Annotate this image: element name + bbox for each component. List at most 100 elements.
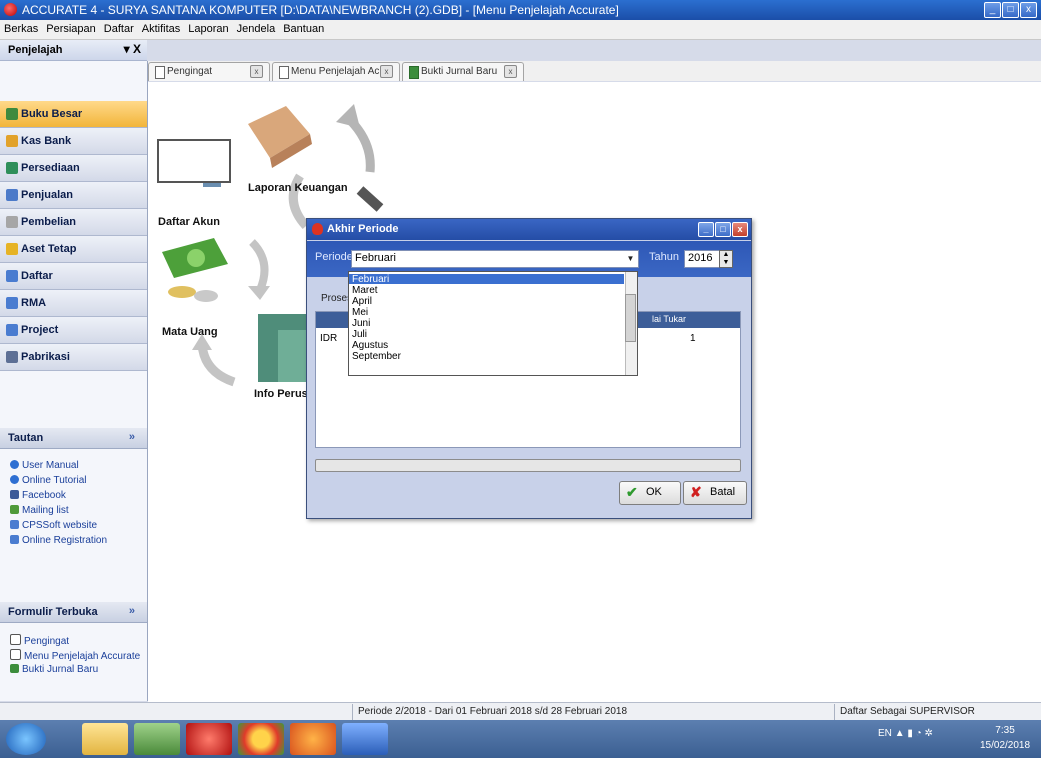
grid-cell-currency[interactable]: IDR [320, 333, 337, 344]
web-icon [10, 520, 19, 529]
nav-rma[interactable]: RMA [0, 290, 147, 317]
option-april[interactable]: April [352, 296, 372, 307]
menu-persiapan[interactable]: Persiapan [42, 20, 100, 35]
form-menu-penjelajah[interactable]: Menu Penjelajah Accurate [10, 649, 140, 662]
close-button[interactable]: x [1020, 2, 1037, 18]
menu-daftar[interactable]: Daftar [100, 20, 138, 35]
check-icon: ✔ [626, 484, 638, 500]
tab-bukti-jurnal[interactable]: Bukti Jurnal Baru x [402, 62, 524, 81]
system-tray[interactable]: EN ▲ ▮ ◔ ✲ [878, 728, 933, 739]
label-laporan-keuangan[interactable]: Laporan Keuangan [248, 182, 348, 194]
menu-jendela[interactable]: Jendela [233, 20, 280, 35]
nav-aset-tetap[interactable]: Aset Tetap [0, 236, 147, 263]
money-icon[interactable] [162, 238, 228, 302]
option-maret[interactable]: Maret [352, 285, 378, 296]
form-pengingat[interactable]: Pengingat [10, 634, 69, 647]
explorer-controls[interactable]: ▾ X [124, 42, 141, 56]
nav-kas-bank[interactable]: Kas Bank [0, 128, 147, 155]
collapse-icon[interactable]: » [129, 605, 135, 617]
status-divider [352, 704, 353, 720]
report-book-icon[interactable] [248, 106, 312, 168]
minimize-button[interactable]: _ [984, 2, 1001, 18]
window-controls: _ □ x [984, 2, 1037, 18]
help-icon [10, 460, 19, 469]
option-juli[interactable]: Juli [352, 329, 367, 340]
periode-dropdown-list[interactable]: Februari Maret April Mei Juni Juli Agust… [348, 271, 638, 376]
dialog-title-bar: Akhir Periode _ □ x [307, 219, 751, 240]
firefox-taskbar-icon[interactable] [290, 723, 336, 755]
tab-menu-penjelajah[interactable]: Menu Penjelajah Ac... x [272, 62, 400, 81]
clock[interactable]: 7:35 15/02/2018 [980, 723, 1030, 753]
option-juni[interactable]: Juni [352, 318, 370, 329]
chevron-down-icon[interactable]: ▼ [625, 253, 636, 264]
nav-penjualan[interactable]: Penjualan [0, 182, 147, 209]
menu-aktifitas[interactable]: Aktifitas [138, 20, 185, 35]
monitor-icon[interactable] [157, 139, 231, 187]
explorer-taskbar-icon[interactable] [82, 723, 128, 755]
menu-laporan[interactable]: Laporan [184, 20, 232, 35]
tautan-title: Tautan [8, 432, 44, 444]
option-september[interactable]: September [352, 351, 401, 362]
tab-close-icon[interactable]: x [380, 65, 393, 78]
form-bukti-jurnal[interactable]: Bukti Jurnal Baru [10, 664, 98, 675]
journal-icon [409, 66, 419, 79]
nav-buku-besar[interactable]: Buku Besar [0, 101, 147, 128]
tray-icons[interactable]: ▲ ▮ ◔ ✲ [895, 728, 933, 739]
nav-project[interactable]: Project [0, 317, 147, 344]
tab-label: Menu Penjelajah Ac... [291, 66, 388, 77]
link-facebook[interactable]: Facebook [10, 490, 66, 501]
app-taskbar-icon[interactable] [134, 723, 180, 755]
option-mei[interactable]: Mei [352, 307, 368, 318]
tautan-header[interactable]: Tautan » [0, 428, 147, 449]
maximize-button[interactable]: □ [1002, 2, 1019, 18]
language-indicator[interactable]: EN [878, 728, 892, 739]
tab-label: Pengingat [167, 66, 213, 77]
link-label: CPSSoft website [22, 520, 98, 531]
link-online-tutorial[interactable]: Online Tutorial [10, 475, 86, 486]
formulir-header[interactable]: Formulir Terbuka » [0, 602, 147, 623]
explorer-header: Penjelajah ▾ X [0, 40, 147, 61]
periode-select[interactable]: Februari ▼ [351, 250, 639, 268]
dialog-minimize-button[interactable]: _ [698, 222, 714, 237]
sales-icon [6, 189, 18, 201]
menu-berkas[interactable]: Berkas [0, 20, 42, 35]
option-februari[interactable]: Februari [349, 274, 624, 285]
collapse-icon[interactable]: » [129, 431, 135, 443]
nav-label: Buku Besar [21, 108, 83, 120]
nav-label: Pabrikasi [21, 351, 70, 363]
status-user: Daftar Sebagai SUPERVISOR [840, 706, 975, 717]
accurate-taskbar-icon[interactable] [186, 723, 232, 755]
menu-bantuan[interactable]: Bantuan [279, 20, 328, 35]
nav-pabrikasi[interactable]: Pabrikasi [0, 344, 147, 371]
dialog-close-button[interactable]: x [732, 222, 748, 237]
link-cpssoft-website[interactable]: CPSSoft website [10, 520, 97, 531]
document-icon [10, 649, 21, 660]
periode-value: Februari [355, 252, 396, 264]
label-daftar-akun[interactable]: Daftar Akun [158, 216, 220, 228]
tab-pengingat[interactable]: Pengingat x [148, 62, 270, 81]
ok-button[interactable]: ✔ OK [619, 481, 681, 505]
grid-cell-rate[interactable]: 1 [690, 333, 696, 344]
word-taskbar-icon[interactable] [342, 723, 388, 755]
tab-close-icon[interactable]: x [250, 65, 263, 78]
dropdown-scrollbar[interactable] [625, 272, 637, 375]
option-agustus[interactable]: Agustus [352, 340, 388, 351]
start-button[interactable] [6, 723, 46, 755]
chrome-taskbar-icon[interactable] [238, 723, 284, 755]
link-mailing-list[interactable]: Mailing list [10, 505, 69, 516]
nav-persediaan[interactable]: Persediaan [0, 155, 147, 182]
link-user-manual[interactable]: User Manual [10, 460, 79, 471]
link-online-registration[interactable]: Online Registration [10, 535, 107, 546]
nav-pembelian[interactable]: Pembelian [0, 209, 147, 236]
label-mata-uang[interactable]: Mata Uang [162, 326, 218, 338]
web-icon [10, 535, 19, 544]
tahun-spinner[interactable]: ▲ ▼ [719, 250, 733, 268]
arrow-icon [248, 286, 270, 300]
batal-button[interactable]: ✘ Batal [683, 481, 747, 505]
explorer-title: Penjelajah [8, 44, 63, 56]
arrow-icon [336, 104, 360, 128]
nav-daftar[interactable]: Daftar [0, 263, 147, 290]
tab-close-icon[interactable]: x [504, 65, 517, 78]
scrollbar-thumb[interactable] [625, 294, 636, 342]
dialog-maximize-button[interactable]: □ [715, 222, 731, 237]
